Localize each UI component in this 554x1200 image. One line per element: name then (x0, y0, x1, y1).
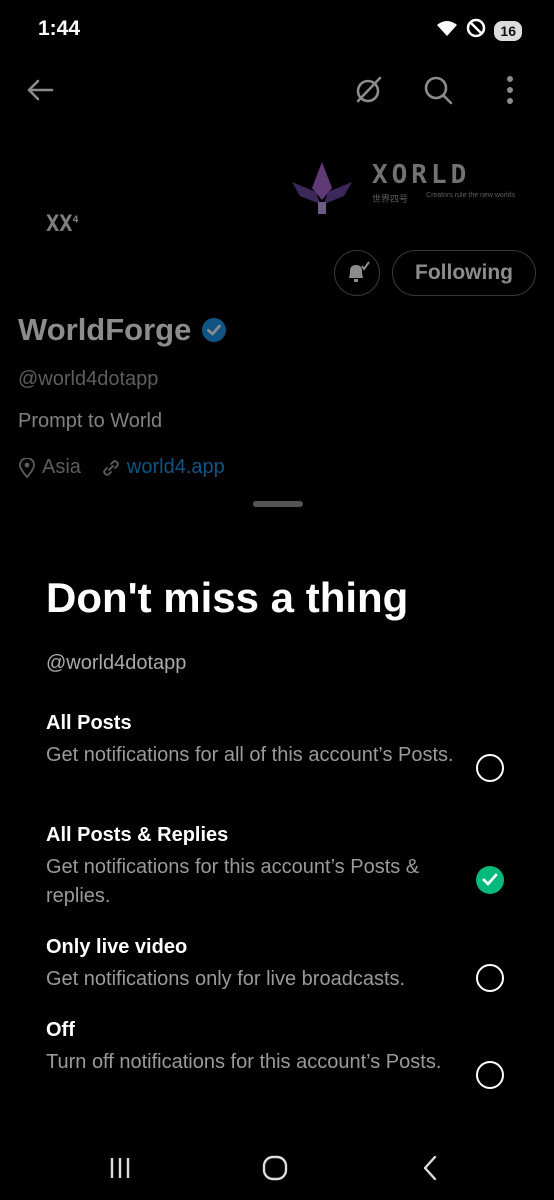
recent-apps-button[interactable] (100, 1150, 140, 1186)
home-button[interactable] (255, 1150, 295, 1186)
checkmark-icon (482, 873, 498, 886)
recent-apps-icon (110, 1158, 130, 1178)
grok-icon (356, 76, 382, 103)
avatar-text: XX (46, 212, 73, 237)
battery-icon: 16 (494, 20, 522, 41)
option-title: Only live video (46, 936, 188, 958)
notifications-sheet: Don't miss a thing @world4dotapp All Pos… (0, 488, 554, 1200)
sheet-drag-handle[interactable] (253, 501, 303, 507)
profile-topbar (0, 60, 554, 120)
option-description: Get notifications for this account’s Pos… (46, 856, 420, 907)
option-title: Off (46, 1019, 75, 1041)
lotus-logo-icon (292, 162, 352, 214)
do-not-disturb-icon (466, 18, 486, 43)
radio-button[interactable] (476, 754, 504, 782)
option-off[interactable]: Off Turn off notifications for this acco… (46, 1019, 516, 1089)
status-icons: 16 (436, 18, 522, 43)
option-title: All Posts & Replies (46, 824, 229, 846)
home-icon (262, 1155, 288, 1181)
chevron-left-icon (423, 1155, 437, 1181)
banner-subtitle-cn: 世界四号 (372, 194, 409, 204)
profile-location: Asia (42, 456, 81, 478)
sheet-handle: @world4dotapp (46, 652, 187, 674)
banner-subtitle: 世界四号 Creators rule the new worlds (372, 192, 515, 205)
banner-wordmark: XORLD (372, 160, 471, 190)
status-time: 1:44 (38, 17, 81, 40)
option-all-posts-replies[interactable]: All Posts & Replies Get notifications fo… (46, 824, 516, 911)
avatar[interactable]: XX4 (46, 212, 79, 237)
following-button[interactable]: Following (392, 250, 536, 296)
grok-button[interactable] (346, 68, 390, 112)
banner-tagline: Creators rule the new worlds (426, 192, 516, 199)
radio-button[interactable] (476, 964, 504, 992)
status-bar: 1:44 16 (0, 0, 554, 60)
option-title: All Posts (46, 712, 132, 734)
display-name-text: WorldForge (18, 312, 192, 347)
option-description: Get notifications only for live broadcas… (46, 968, 406, 990)
option-all-posts[interactable]: All Posts Get notifications for all of t… (46, 712, 516, 782)
back-nav-button[interactable] (410, 1150, 450, 1186)
notifications-bell-button[interactable] (334, 250, 380, 296)
profile-meta: Asia world4.app (18, 456, 225, 479)
profile-website-link[interactable]: world4.app (127, 456, 225, 479)
back-button[interactable] (18, 68, 62, 112)
bell-check-icon (349, 261, 370, 282)
option-description: Get notifications for all of this accoun… (46, 744, 454, 766)
option-description: Turn off notifications for this account’… (46, 1051, 442, 1073)
profile-handle: @world4dotapp (18, 368, 159, 390)
radio-button-selected[interactable] (476, 866, 504, 894)
more-button[interactable] (488, 68, 532, 112)
profile-bio: Prompt to World (18, 410, 163, 432)
radio-button[interactable] (476, 1061, 504, 1089)
system-nav-bar (0, 1138, 554, 1200)
option-only-live-video[interactable]: Only live video Get notifications only f… (46, 936, 516, 994)
profile-banner: XORLD 世界四号 Creators rule the new worlds (282, 152, 530, 216)
sheet-title: Don't miss a thing (46, 574, 409, 621)
profile-header: XORLD 世界四号 Creators rule the new worlds … (0, 60, 554, 500)
arrow-left-icon (27, 79, 54, 101)
more-vertical-icon (507, 76, 513, 104)
avatar-superscript: 4 (72, 214, 79, 226)
search-icon (424, 76, 453, 105)
link-icon (103, 459, 119, 476)
verified-badge-icon (202, 318, 227, 342)
wifi-icon (436, 19, 458, 42)
search-button[interactable] (416, 68, 460, 112)
location-icon (19, 457, 35, 478)
profile-display-name: WorldForge (18, 312, 227, 348)
